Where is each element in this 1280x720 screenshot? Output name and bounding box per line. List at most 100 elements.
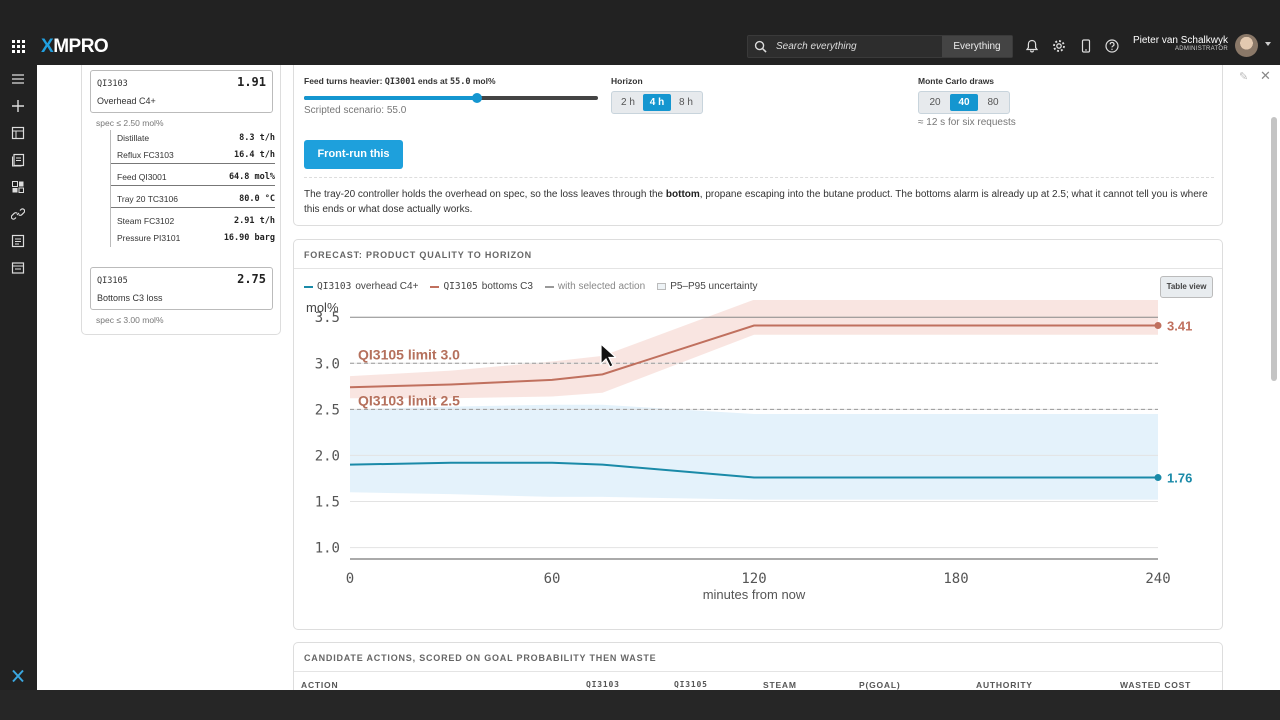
help-icon[interactable] — [1105, 39, 1119, 53]
column-header[interactable]: QI3103 — [586, 680, 620, 689]
column-header[interactable]: WASTED COST — [1120, 680, 1191, 690]
scenario-explanation: The tray-20 controller holds the overhea… — [304, 189, 1208, 215]
row-key: Distillate — [117, 133, 150, 143]
legend-item-overhead[interactable]: QI3103 overhead C4+ — [304, 281, 418, 292]
app-designer-icon[interactable] — [11, 126, 25, 140]
mobile-icon[interactable] — [1079, 39, 1093, 53]
xmpro-mark-icon[interactable] — [11, 669, 25, 683]
row-value: 2.91 t/h — [234, 216, 275, 226]
series-end-label: 3.41 — [1167, 319, 1192, 334]
slider-title: Feed turns heavier: QI3001 ends at 55.0 … — [304, 76, 496, 87]
chevron-down-icon[interactable] — [1265, 42, 1271, 46]
data-stream-icon[interactable] — [11, 234, 25, 248]
y-tick-label: 2.5 — [315, 402, 340, 418]
series-end-point — [1154, 474, 1162, 482]
series-end-label: 1.76 — [1167, 471, 1192, 486]
legend-item-bottoms[interactable]: QI3105 bottoms C3 — [430, 281, 533, 292]
tag-panel: QI3103 1.91 Overhead C4+ spec ≤ 2.50 mol… — [81, 65, 281, 335]
row-key: Tray 20 TC3106 — [117, 194, 178, 204]
row-key: Steam FC3102 — [117, 216, 175, 226]
horizon-selector: 2 h4 h8 h — [611, 91, 703, 114]
y-tick-label: 3.0 — [315, 356, 340, 372]
tag-value: 2.75 — [237, 272, 266, 286]
row-key: Reflux FC3103 — [117, 150, 174, 160]
x-tick-label: 120 — [741, 571, 766, 587]
x-tick-label: 240 — [1145, 571, 1170, 587]
horizon-option[interactable]: 2 h — [614, 94, 642, 111]
column-header[interactable]: ACTION — [301, 680, 338, 690]
divider — [304, 177, 1214, 178]
slider-handle[interactable] — [472, 93, 483, 103]
horizon-option[interactable]: 4 h — [643, 94, 671, 111]
column-header[interactable]: P(GOAL) — [859, 680, 900, 690]
plus-icon[interactable] — [11, 99, 25, 113]
user-name: Pieter van Schalkwyk — [1132, 35, 1228, 46]
table-view-button[interactable]: Table view — [1160, 276, 1213, 298]
x-axis-label: minutes from now — [703, 587, 806, 602]
list-item: Reflux FC3103 16.4 t/h — [111, 147, 275, 164]
monte-carlo-title: Monte Carlo draws — [918, 76, 995, 86]
settings-panel-icon[interactable] — [11, 261, 25, 275]
y-tick-label: 2.0 — [315, 448, 340, 464]
menu-icon[interactable] — [11, 72, 25, 86]
list-item: Feed QI3001 64.8 mol% — [111, 169, 275, 186]
row-value: 64.8 mol% — [228, 172, 275, 182]
list-item: Tray 20 TC3106 80.0 °C — [111, 191, 275, 208]
forecast-card: FORECAST: PRODUCT QUALITY TO HORIZON QI3… — [293, 239, 1223, 630]
user-info[interactable]: Pieter van Schalkwyk ADMINISTRATOR — [1120, 35, 1228, 52]
column-header[interactable]: QI3105 — [674, 680, 708, 689]
scrollbar-thumb[interactable] — [1271, 117, 1277, 381]
tag-spec: spec ≤ 2.50 mol% — [96, 118, 164, 128]
related-tags: Distillate 8.3 t/h Reflux FC3103 16.4 t/h … — [110, 130, 275, 247]
monte-carlo-option[interactable]: 80 — [979, 94, 1007, 111]
xmpro-logo[interactable]: XMPRO — [41, 36, 109, 58]
bell-icon[interactable] — [1025, 39, 1039, 53]
left-nav-rail — [0, 65, 37, 690]
legend-item-with-action[interactable]: with selected action — [544, 281, 645, 292]
divider — [294, 268, 1222, 269]
horizon-option[interactable]: 8 h — [672, 94, 700, 111]
legend-item-uncertainty[interactable]: P5–P95 uncertainty — [657, 281, 757, 292]
monte-carlo-selector: 20 40 80 — [918, 91, 1010, 114]
feed-slider[interactable] — [304, 93, 598, 103]
gear-icon[interactable] — [1052, 39, 1066, 53]
y-tick-label: 1.0 — [315, 541, 340, 557]
row-value: 8.3 t/h — [239, 133, 275, 143]
monte-carlo-option[interactable]: 20 — [921, 94, 949, 111]
x-tick-label: 60 — [544, 571, 561, 587]
row-value: 80.0 °C — [239, 194, 275, 204]
tag-label: Bottoms C3 loss — [97, 293, 163, 303]
top-bar: XMPRO Search everything Everything Piete… — [0, 27, 1280, 65]
edit-icon[interactable]: ✎ — [1239, 70, 1248, 83]
list-item: Steam FC3102 2.91 t/h — [111, 213, 275, 230]
recommendations-icon[interactable] — [11, 153, 25, 167]
list-item: Pressure PI3101 16.90 barg — [111, 230, 275, 247]
monte-carlo-option[interactable]: 40 — [950, 94, 978, 111]
front-run-button[interactable]: Front-run this — [304, 140, 403, 169]
dashboard-icon[interactable] — [11, 180, 25, 194]
column-header[interactable]: STEAM — [763, 680, 797, 690]
search-input[interactable]: Search everything — [776, 41, 857, 52]
divider — [294, 671, 1222, 672]
limit-label: QI3105 limit 3.0 — [358, 346, 460, 362]
column-header[interactable]: AUTHORITY — [976, 680, 1033, 690]
row-value: 16.90 barg — [223, 233, 275, 243]
mouse-cursor-icon — [600, 343, 616, 368]
row-key: Pressure PI3101 — [117, 233, 181, 243]
search-scope-dropdown[interactable]: Everything — [942, 36, 1012, 57]
uncertainty-band-0 — [350, 404, 1158, 500]
app-grid-icon[interactable] — [12, 40, 25, 53]
avatar[interactable] — [1235, 34, 1258, 57]
candidate-actions-title: CANDIDATE ACTIONS, SCORED ON GOAL PROBAB… — [304, 653, 657, 663]
tag-label: Overhead C4+ — [97, 96, 156, 106]
search-box[interactable]: Search everything Everything — [747, 35, 1013, 58]
y-tick-label: 3.5 — [315, 310, 340, 326]
tag-card-qi3105[interactable]: QI3105 2.75 Bottoms C3 loss — [90, 267, 273, 310]
tag-card-qi3103[interactable]: QI3103 1.91 Overhead C4+ — [90, 70, 273, 113]
forecast-chart: mol%1.01.52.02.53.03.50 60 120 180 240minute… — [306, 300, 1192, 602]
link-icon[interactable] — [11, 207, 25, 221]
x-tick-label: 0 — [346, 571, 354, 587]
close-icon[interactable]: ✕ — [1260, 68, 1271, 84]
scenario-card: Feed turns heavier: QI3001 ends at 55.0 … — [293, 65, 1223, 226]
series-end-point — [1154, 322, 1162, 330]
